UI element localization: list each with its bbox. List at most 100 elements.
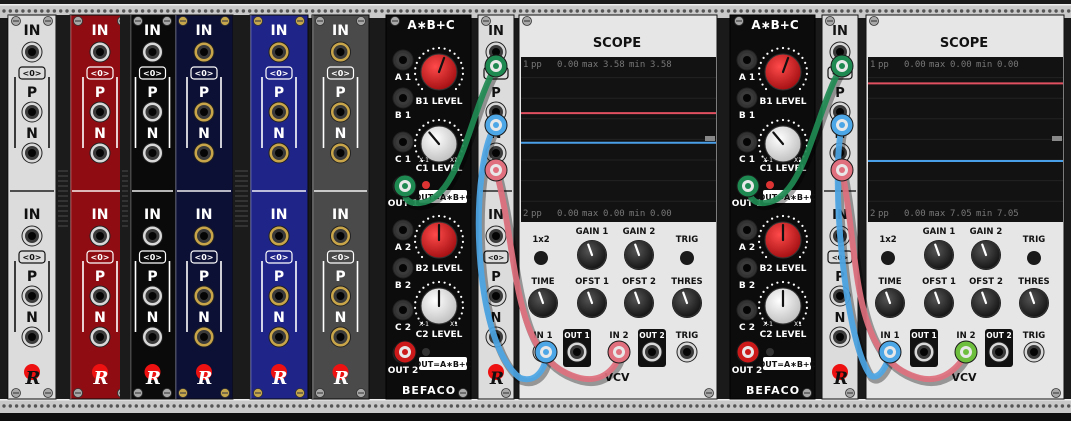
jack-hole[interactable] (399, 306, 407, 314)
in-jack[interactable] (193, 41, 215, 63)
jack-hole[interactable] (399, 56, 407, 64)
n-jack[interactable] (21, 326, 43, 348)
jack-hole[interactable] (148, 149, 157, 157)
jack-hole[interactable] (200, 232, 208, 240)
n-jack[interactable] (142, 326, 163, 348)
jack-hole[interactable] (836, 292, 844, 300)
gain1-knob[interactable] (924, 240, 954, 270)
jack-hole[interactable] (492, 149, 500, 157)
jack-hole[interactable] (743, 306, 751, 314)
plug-center[interactable] (963, 349, 969, 355)
n-jack[interactable] (89, 326, 111, 348)
n-jack[interactable] (142, 142, 163, 164)
jack-hole[interactable] (399, 226, 407, 234)
jack-hole[interactable] (200, 333, 208, 341)
jack-hole[interactable] (399, 94, 407, 102)
jack-hole[interactable] (96, 108, 104, 116)
p-jack[interactable] (89, 101, 111, 123)
abc-jack[interactable] (392, 299, 414, 321)
red-plug[interactable] (484, 158, 508, 182)
p-jack[interactable] (330, 285, 351, 307)
scope-trig-jack[interactable] (1023, 341, 1045, 363)
abc-jack[interactable] (736, 87, 758, 109)
scope-out1-jack[interactable] (566, 341, 588, 363)
jack-hole[interactable] (743, 226, 751, 234)
time-knob[interactable] (528, 288, 558, 318)
plug-center[interactable] (493, 122, 499, 128)
jack-hole[interactable] (148, 292, 157, 300)
green-plug[interactable] (393, 174, 417, 198)
jack-hole[interactable] (336, 48, 345, 56)
plug-center[interactable] (402, 183, 408, 189)
in-jack[interactable] (485, 225, 507, 247)
jack-hole[interactable] (995, 348, 1003, 356)
jack-hole[interactable] (200, 48, 208, 56)
plug-center[interactable] (839, 122, 845, 128)
jack-hole[interactable] (275, 292, 283, 300)
plug-center[interactable] (745, 183, 751, 189)
in-jack[interactable] (330, 225, 351, 247)
abc-jack[interactable] (392, 219, 414, 241)
p-jack[interactable] (330, 101, 351, 123)
ofst2-knob[interactable] (971, 288, 1001, 318)
jack-hole[interactable] (148, 48, 157, 56)
p-jack[interactable] (21, 285, 43, 307)
jack-hole[interactable] (336, 333, 345, 341)
gain2-knob[interactable] (624, 240, 654, 270)
green-plug[interactable] (954, 340, 978, 364)
plug-center[interactable] (839, 167, 845, 173)
b1-level-knob[interactable] (420, 53, 458, 91)
thres-knob[interactable] (672, 288, 702, 318)
ofst1-knob[interactable] (577, 288, 607, 318)
jack-hole[interactable] (275, 149, 283, 157)
b1-level-knob[interactable] (764, 53, 802, 91)
in-jack[interactable] (142, 225, 163, 247)
thres-knob[interactable] (1019, 288, 1049, 318)
x1x2-button[interactable] (534, 251, 548, 265)
trig-button[interactable] (680, 251, 694, 265)
gain1-knob[interactable] (577, 240, 607, 270)
n-jack[interactable] (268, 326, 290, 348)
b2-level-knob[interactable] (420, 221, 458, 259)
scope-out2-jack[interactable] (988, 341, 1010, 363)
in-jack[interactable] (193, 225, 215, 247)
jack-hole[interactable] (96, 292, 104, 300)
jack-hole[interactable] (275, 333, 283, 341)
jack-hole[interactable] (336, 292, 345, 300)
abc-jack[interactable] (736, 299, 758, 321)
p-jack[interactable] (142, 101, 163, 123)
jack-hole[interactable] (336, 149, 345, 157)
jack-hole[interactable] (28, 48, 36, 56)
trig-button[interactable] (1027, 251, 1041, 265)
jack-hole[interactable] (743, 264, 751, 272)
jack-hole[interactable] (28, 292, 36, 300)
scope-out1-jack[interactable] (913, 341, 935, 363)
blue-plug[interactable] (878, 340, 902, 364)
n-jack[interactable] (193, 326, 215, 348)
jack-hole[interactable] (743, 94, 751, 102)
time-knob[interactable] (875, 288, 905, 318)
jack-hole[interactable] (96, 232, 104, 240)
plug-center[interactable] (887, 349, 893, 355)
n-jack[interactable] (829, 326, 851, 348)
blue-plug[interactable] (484, 113, 508, 137)
ofst2-knob[interactable] (624, 288, 654, 318)
jack-hole[interactable] (492, 292, 500, 300)
n-jack[interactable] (330, 326, 351, 348)
plug-center[interactable] (493, 63, 499, 69)
jack-hole[interactable] (200, 149, 208, 157)
jack-hole[interactable] (336, 232, 345, 240)
jack-hole[interactable] (336, 108, 345, 116)
red-plug[interactable] (736, 340, 760, 364)
p-jack[interactable] (142, 285, 163, 307)
jack-hole[interactable] (96, 333, 104, 341)
jack-hole[interactable] (28, 108, 36, 116)
jack-hole[interactable] (148, 232, 157, 240)
gain2-knob[interactable] (971, 240, 1001, 270)
jack-hole[interactable] (200, 292, 208, 300)
jack-hole[interactable] (399, 138, 407, 146)
in-jack[interactable] (268, 41, 290, 63)
abc-jack[interactable] (392, 131, 414, 153)
c2-level-knob[interactable] (420, 287, 458, 325)
jack-hole[interactable] (399, 264, 407, 272)
